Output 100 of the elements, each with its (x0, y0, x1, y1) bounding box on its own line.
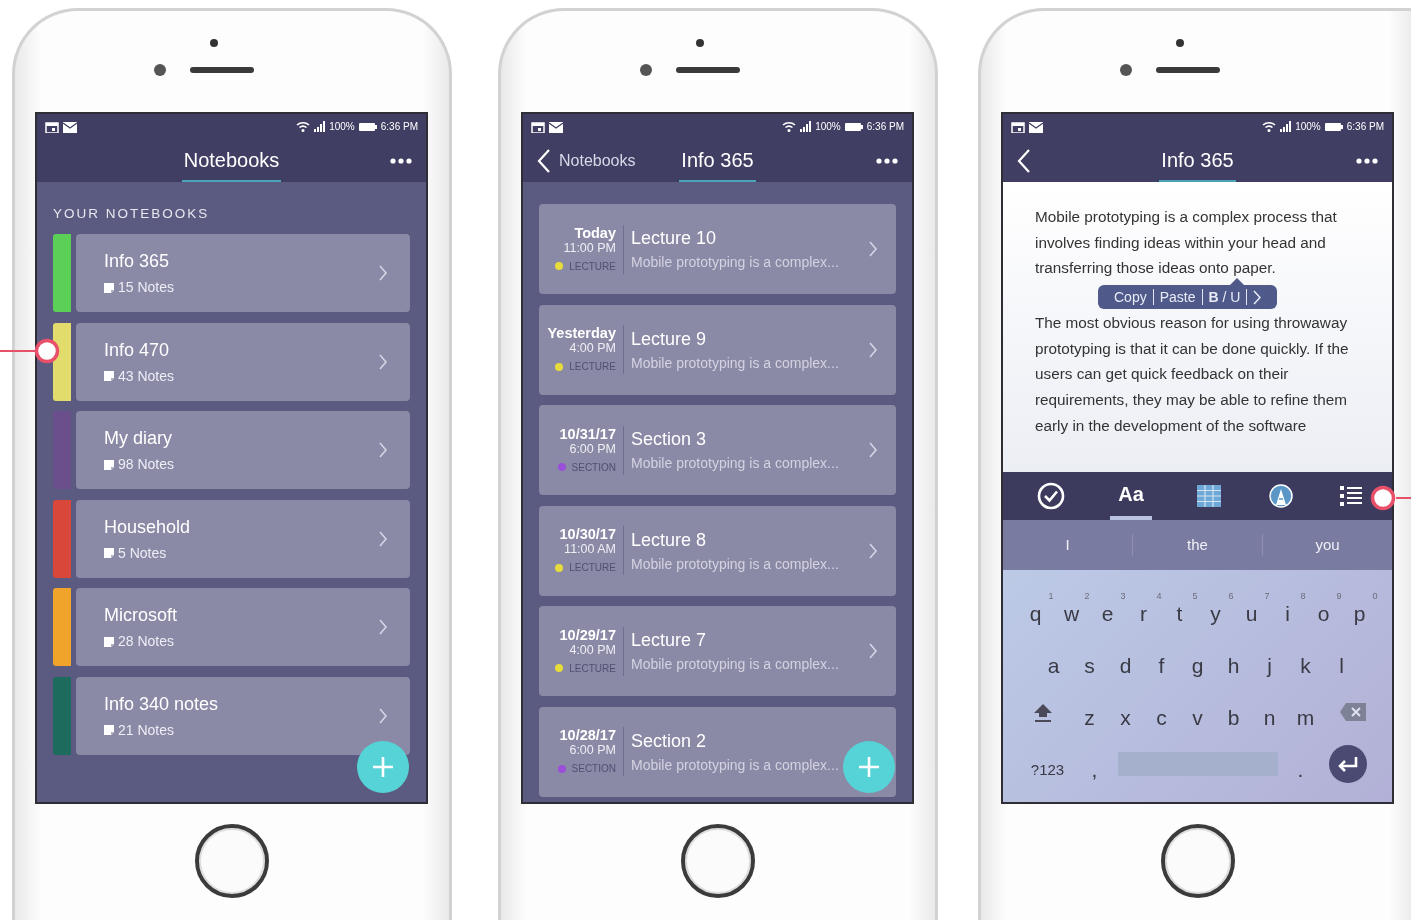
more-icon[interactable] (876, 157, 898, 164)
mail-icon (63, 120, 77, 133)
keyboard-key[interactable]: 4 r (1125, 583, 1162, 633)
keyboard-key[interactable]: l (1323, 635, 1360, 685)
screen-title: Info 365 (679, 145, 756, 182)
signal-icon (800, 121, 812, 132)
note-icon (104, 282, 114, 293)
keyboard-key[interactable]: 3 e (1089, 583, 1126, 633)
keyboard-key[interactable]: 9 o (1305, 583, 1342, 633)
keyboard-key[interactable]: d (1107, 635, 1144, 685)
note-icon (104, 636, 114, 647)
note-paragraph: The most obvious reason for using throwaway prototyping is that it can be done quickly. If the users can get quick feedback on their requirements, they may be able to refine them early in the development of the software (1035, 312, 1350, 436)
back-icon[interactable] (1017, 148, 1031, 173)
keyboard-key[interactable]: 0 p (1341, 583, 1378, 633)
keyboard-key[interactable]: 6 y (1197, 583, 1234, 633)
keyboard-key[interactable]: n (1251, 687, 1288, 737)
note-card[interactable]: 10/28/17 6:00 PM SECTION Section 2 Mobile prototyping is a complex... (539, 706, 896, 797)
note-type: LECTURE (569, 561, 616, 576)
note-icon (104, 725, 114, 736)
notebook-name: Info 365 (104, 250, 171, 274)
word-suggestion[interactable]: the (1133, 533, 1263, 557)
table-icon (1197, 485, 1222, 507)
keyboard-key[interactable]: s (1071, 635, 1108, 685)
backspace-icon[interactable] (1339, 703, 1366, 721)
note-preview: Mobile prototyping is a complex... (631, 755, 840, 775)
wifi-icon (782, 121, 797, 132)
keyboard-key[interactable]: v (1179, 687, 1216, 737)
notebook-name: Microsoft (104, 604, 178, 628)
keyboard-key[interactable]: , (1076, 739, 1113, 789)
clock: 6:36 PM (866, 120, 904, 134)
note-title: Lecture 7 (631, 629, 708, 653)
wifi-icon (296, 121, 311, 132)
shift-icon[interactable] (1032, 702, 1053, 722)
keyboard-key[interactable]: f (1143, 635, 1180, 685)
add-button[interactable] (357, 741, 409, 793)
keyboard-key[interactable]: 7 u (1233, 583, 1270, 633)
note-card[interactable]: Yesterday 4:00 PM LECTURE Lecture 9 Mobile prototyping is a complex... (539, 304, 896, 395)
word-suggestion[interactable]: you (1263, 533, 1392, 557)
notebook-card[interactable]: My diary 98 Notes (76, 411, 410, 490)
keyboard-key[interactable]: 5 t (1161, 583, 1198, 633)
note-card[interactable]: 10/29/17 4:00 PM LECTURE Lecture 7 Mobile prototyping is a complex... (539, 606, 896, 697)
notebook-card[interactable]: Info 365 15 Notes (76, 234, 410, 313)
menu-item[interactable]: Paste (1153, 289, 1203, 306)
notebook-name: Info 470 (104, 338, 171, 362)
battery-icon (1324, 122, 1343, 131)
format-menu-item[interactable]: B / U (1202, 289, 1248, 306)
note-count: 43 Notes (118, 366, 175, 386)
chevron-icon[interactable] (1253, 289, 1262, 305)
back-link[interactable]: Notebooks (559, 148, 636, 173)
keyboard-key[interactable]: a (1035, 635, 1072, 685)
calendar-icon (1011, 120, 1025, 133)
keyboard-key[interactable]: ?123 (1018, 739, 1077, 789)
more-icon[interactable] (1356, 157, 1378, 164)
notebook-name: Household (104, 515, 192, 539)
back-icon[interactable] (537, 148, 551, 173)
note-card[interactable]: 10/31/17 6:00 PM SECTION Section 3 Mobile prototyping is a complex... (539, 405, 896, 496)
keyboard-key[interactable]: 2 w (1053, 583, 1090, 633)
keyboard-key[interactable]: z (1071, 687, 1108, 737)
list-icon (1340, 485, 1363, 507)
notebook-name: My diary (104, 427, 173, 451)
keyboard-key[interactable]: k (1287, 635, 1324, 685)
note-icon (104, 548, 114, 559)
keyboard-key[interactable]: c (1143, 687, 1180, 737)
pen-icon (1268, 484, 1293, 508)
note-card[interactable]: 10/30/17 11:00 AM LECTURE Lecture 8 Mobile prototyping is a complex... (539, 505, 896, 596)
notebook-card[interactable]: Info 340 notes 21 Notes (76, 676, 410, 755)
chevron-icon (869, 643, 878, 660)
keyboard-key[interactable]: b (1215, 687, 1252, 737)
note-type: LECTURE (569, 259, 616, 274)
notebook-card[interactable]: Info 470 43 Notes (76, 322, 410, 401)
notebook-card[interactable]: Household 5 Notes (76, 499, 410, 578)
notebook-card[interactable]: Microsoft 28 Notes (76, 588, 410, 667)
menu-item[interactable]: Copy (1108, 289, 1154, 306)
signal-icon (314, 121, 326, 132)
enter-icon[interactable] (1328, 745, 1367, 783)
signal-icon (1280, 121, 1292, 132)
note-card[interactable]: Today 11:00 PM LECTURE Lecture 10 Mobile prototyping is a complex... (539, 204, 896, 294)
keyboard-key[interactable]: m (1287, 687, 1324, 737)
keyboard-key[interactable]: 1 q (1017, 583, 1054, 633)
chevron-icon (379, 530, 388, 547)
more-icon[interactable] (390, 157, 412, 164)
word-suggestion[interactable]: I (1003, 533, 1133, 557)
note-type: LECTURE (569, 661, 616, 676)
keyboard-key[interactable]: 8 i (1269, 583, 1306, 633)
note-date: Yesterday (547, 325, 616, 342)
keyboard-key[interactable]: x (1107, 687, 1144, 737)
chevron-icon (379, 442, 388, 459)
keyboard-key[interactable]: g (1179, 635, 1216, 685)
battery-level: 100% (1295, 120, 1321, 134)
note-date: 10/30/17 (559, 526, 616, 543)
annotation-marker (0, 338, 60, 364)
keyboard-key[interactable]: . (1282, 739, 1319, 789)
clock: 6:36 PM (1346, 120, 1384, 134)
keyboard-key[interactable]: h (1215, 635, 1252, 685)
note-type: SECTION (571, 762, 616, 777)
note-paragraph: Mobile prototyping is a complex process that involves finding ideas within your head and transferring those ideas onto paper. (1035, 207, 1338, 279)
note-title: Lecture 10 (631, 227, 718, 250)
checklist-icon (1036, 482, 1065, 510)
mail-icon (1029, 120, 1043, 133)
keyboard-key[interactable]: j (1251, 635, 1288, 685)
